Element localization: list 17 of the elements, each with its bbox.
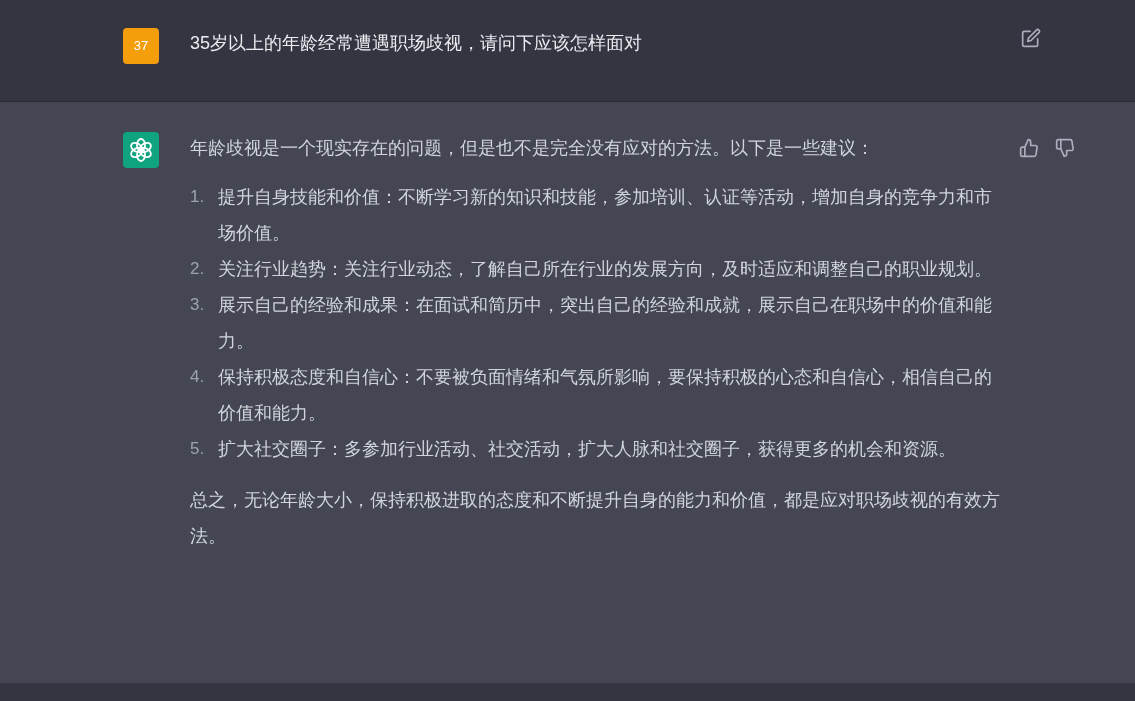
edit-icon[interactable] bbox=[1021, 28, 1041, 48]
user-message: 35岁以上的年龄经常遭遇职场歧视，请问下应该怎样面对 bbox=[190, 32, 644, 55]
user-avatar: 37 bbox=[123, 28, 159, 64]
list-item-text: 保持积极态度和自信心：不要被负面情绪和气氛所影响，要保持积极的心态和自信心，相信自己的价值和能力。 bbox=[218, 366, 993, 425]
list-item-text: 关注行业趋势：关注行业动态，了解自己所在行业的发展方向，及时适应和调整自己的职业规划。 bbox=[218, 258, 993, 281]
intro-text: 年龄歧视是一个现实存在的问题，但是也不是完全没有应对的方法。以下是一些建议： bbox=[190, 137, 875, 160]
list-item-text: 提升自身技能和价值：不断学习新的知识和技能，参加培训、认证等活动，增加自身的竞争力和市场价值。 bbox=[218, 186, 993, 245]
list-item-text: 展示自己的经验和成果：在面试和简历中，突出自己的经验和成就，展示自己在职场中的价值和能力。 bbox=[218, 294, 993, 353]
list-number: 2. bbox=[190, 258, 206, 280]
thumbs-down-icon[interactable] bbox=[1055, 138, 1075, 158]
list-number: 1. bbox=[190, 186, 206, 208]
list-number: 5. bbox=[190, 438, 206, 460]
conclusion-text: 总之，无论年龄大小，保持积极进取的态度和不断提升自身的能力和价值，都是应对职场歧视的有效方法。 bbox=[190, 489, 1001, 548]
list-item-text: 扩大社交圈子：多参加行业活动、社交活动，扩大人脉和社交圈子，获得更多的机会和资源。 bbox=[218, 438, 957, 461]
list-number: 3. bbox=[190, 294, 206, 316]
thumbs-up-icon[interactable] bbox=[1019, 138, 1039, 158]
list-number: 4. bbox=[190, 366, 206, 388]
